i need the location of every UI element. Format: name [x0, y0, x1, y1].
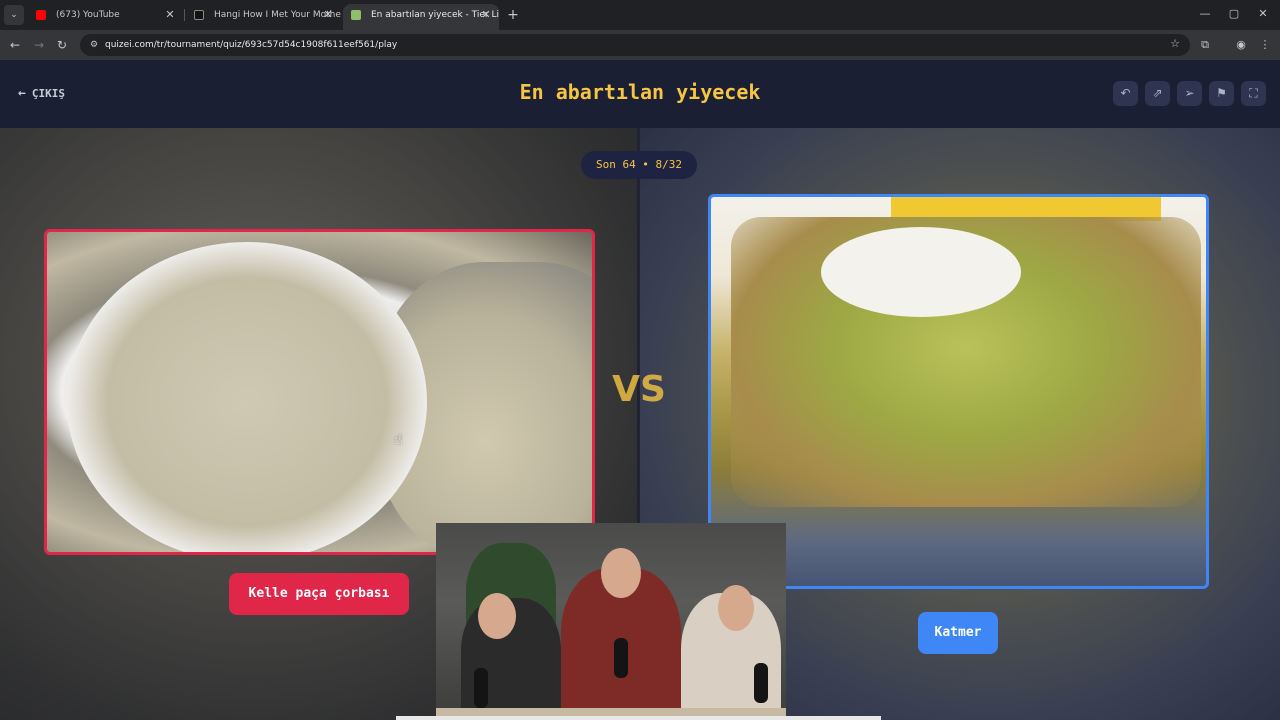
- webcam-overlay: [436, 523, 786, 720]
- bottom-highlight-bar: [396, 716, 881, 720]
- browser-tab-strip: ⌄ (673) YouTube ✕ Hangi How I Met Your M…: [0, 0, 1280, 30]
- face-right: [718, 585, 754, 631]
- vs-lightning-icon: VS: [612, 369, 666, 410]
- tab-how-i-met-your-mother[interactable]: Hangi How I Met Your Mother ✕: [186, 4, 341, 30]
- quizei-favicon-icon: [351, 10, 361, 20]
- tab-close-icon[interactable]: ✕: [321, 4, 335, 26]
- site-favicon-icon: [194, 10, 204, 20]
- page-title: En abartılan yiyecek: [519, 80, 761, 104]
- soup-bowl-image: [67, 242, 427, 552]
- url-text[interactable]: quizei.com/tr/tournament/quiz/693c57d54c…: [105, 34, 397, 56]
- fullscreen-icon[interactable]: ⛶: [1241, 81, 1266, 106]
- face-left: [478, 593, 516, 639]
- site-info-icon[interactable]: ⚙: [88, 39, 100, 51]
- forward-arrow-icon[interactable]: →: [30, 36, 48, 54]
- new-tab-button[interactable]: +: [505, 6, 521, 24]
- share-icon[interactable]: ⇗: [1145, 81, 1170, 106]
- browser-toolbar: ← → ↻ ⚙ quizei.com/tr/tournament/quiz/69…: [0, 30, 1280, 60]
- profile-icon[interactable]: ◉: [1232, 36, 1250, 54]
- back-arrow-icon[interactable]: ←: [6, 36, 24, 54]
- youtube-favicon-icon: [36, 10, 46, 20]
- face-center: [601, 548, 641, 598]
- window-minimize-button[interactable]: —: [1190, 5, 1220, 23]
- tab-close-icon[interactable]: ✕: [163, 4, 177, 26]
- quiz-page: ← ÇIKIŞ En abartılan yiyecek ↶ ⇗ ➢ ⚑ ⛶ So…: [0, 60, 1280, 720]
- extensions-icon[interactable]: ⧉: [1196, 36, 1214, 54]
- window-close-button[interactable]: ✕: [1248, 5, 1278, 23]
- tab-search-dropdown-icon[interactable]: ⌄: [4, 5, 24, 25]
- microphone-icon: [474, 668, 488, 708]
- reload-icon[interactable]: ↻: [53, 36, 71, 54]
- undo-icon[interactable]: ↶: [1113, 81, 1138, 106]
- kaymak-cream-image: [821, 227, 1021, 317]
- tab-quizei-active[interactable]: En abartılan yiyecek - Tier List, ✕: [343, 4, 499, 30]
- tab-youtube[interactable]: (673) YouTube ✕: [28, 4, 183, 30]
- quiz-header: ← ÇIKIŞ En abartılan yiyecek ↶ ⇗ ➢ ⚑ ⛶: [0, 60, 1280, 128]
- round-indicator: Son 64 • 8/32: [581, 151, 697, 179]
- bookmark-star-icon[interactable]: ☆: [1170, 37, 1180, 50]
- browser-menu-icon[interactable]: ⋮: [1256, 36, 1274, 54]
- mouse-cursor-icon: ☝: [394, 432, 403, 448]
- microphone-icon: [754, 663, 768, 703]
- left-option-button[interactable]: Kelle paça çorbası: [229, 573, 409, 615]
- flag-icon[interactable]: ⚑: [1209, 81, 1234, 106]
- window-maximize-button[interactable]: ▢: [1219, 5, 1249, 23]
- address-bar[interactable]: ⚙ quizei.com/tr/tournament/quiz/693c57d5…: [80, 34, 1190, 56]
- left-option-image[interactable]: [44, 229, 595, 555]
- tab-label: (673) YouTube: [56, 10, 120, 20]
- tab-close-icon[interactable]: ✕: [479, 4, 493, 26]
- send-icon[interactable]: ➢: [1177, 81, 1202, 106]
- right-option-button[interactable]: Katmer: [918, 612, 998, 654]
- tab-separator: [184, 9, 185, 21]
- microphone-icon: [614, 638, 628, 678]
